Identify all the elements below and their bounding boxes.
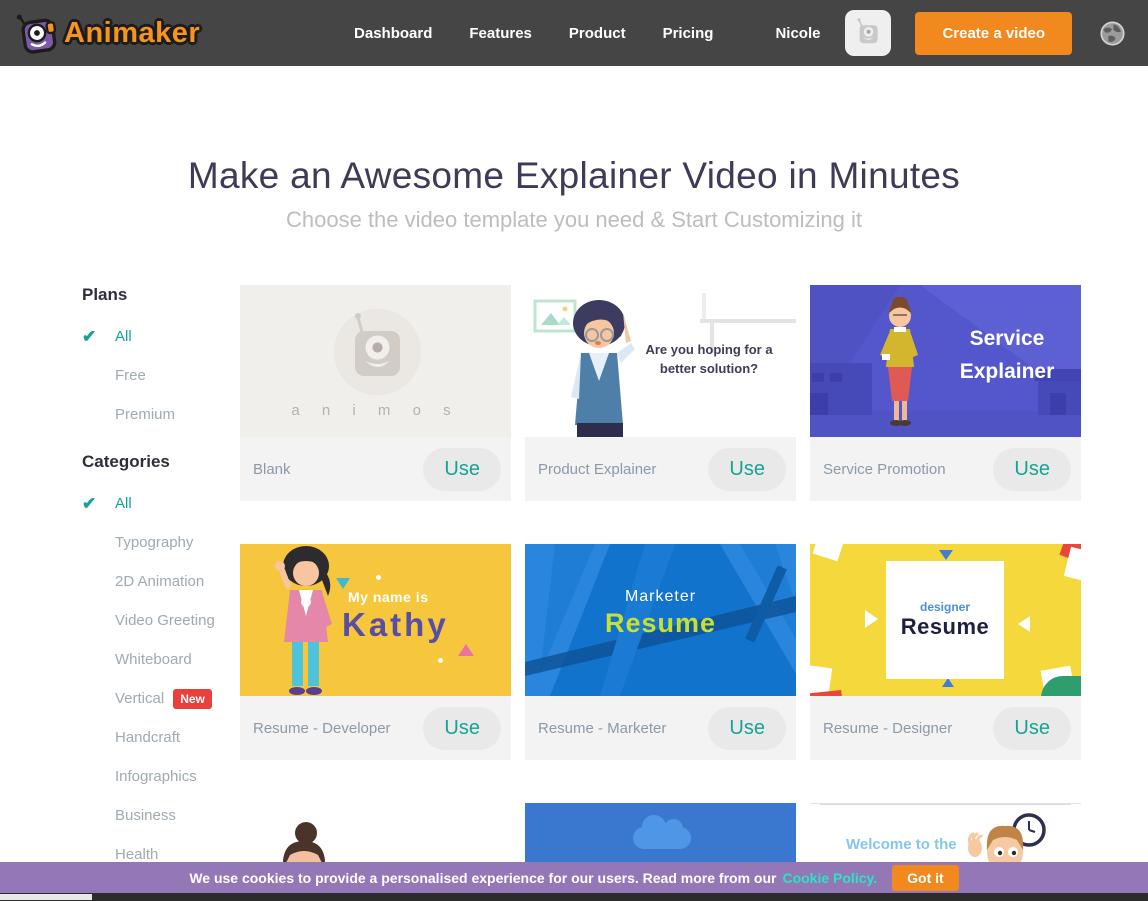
main-nav: Dashboard Features Product Pricing	[354, 25, 713, 42]
template-name: Blank	[253, 461, 291, 478]
nav-pricing[interactable]: Pricing	[663, 25, 714, 42]
language-globe-icon[interactable]	[1099, 20, 1126, 47]
plan-item-premium[interactable]: Premium	[82, 395, 240, 434]
cookie-policy-link[interactable]: Cookie Policy.	[782, 870, 877, 886]
white-dot-decoration	[376, 575, 381, 580]
hero-section: Make an Awesome Explainer Video in Minut…	[0, 155, 1148, 233]
presenter-woman-character	[862, 297, 938, 427]
pink-triangle-decoration	[458, 644, 474, 656]
use-button[interactable]: Use	[708, 707, 786, 750]
nav-dashboard[interactable]: Dashboard	[354, 25, 432, 42]
kathy-name-text: Kathy	[342, 606, 449, 644]
check-icon: ✔	[82, 327, 115, 347]
plan-item-free[interactable]: Free	[82, 356, 240, 395]
category-item-typography[interactable]: Typography	[82, 523, 240, 562]
create-video-button[interactable]: Create a video	[915, 12, 1072, 55]
card-footer: Resume - Designer Use	[810, 696, 1081, 760]
template-card-resume-marketer: Marketer Resume Resume - Marketer Use	[525, 544, 796, 760]
page-title: Make an Awesome Explainer Video in Minut…	[0, 155, 1148, 197]
template-thumbnail[interactable]: designer Resume	[810, 544, 1081, 696]
card-footer: Service Promotion Use	[810, 437, 1081, 501]
template-grid: a n i m o s Blank Use	[240, 285, 1081, 901]
top-navbar: Animaker Dashboard Features Product Pric…	[0, 0, 1148, 66]
use-button[interactable]: Use	[993, 707, 1071, 750]
white-square-decoration	[813, 544, 846, 561]
service-explainer-text: Service Explainer	[942, 323, 1072, 388]
user-avatar[interactable]	[845, 10, 891, 56]
plans-heading: Plans	[82, 285, 240, 305]
animos-watermark-robot-icon	[328, 304, 424, 400]
marketer-resume-text: Marketer Resume	[525, 588, 796, 639]
speech-text: Are you hoping for a better solution?	[634, 341, 784, 379]
use-button[interactable]: Use	[423, 707, 501, 750]
designer-resume-panel: designer Resume	[886, 561, 1004, 679]
template-thumbnail[interactable]: Are you hoping for a better solution?	[525, 285, 796, 437]
kathy-intro-text: My name is	[348, 589, 428, 605]
template-name: Resume - Developer	[253, 720, 391, 737]
kathy-woman-character	[258, 544, 348, 696]
check-icon: ✔	[82, 494, 115, 514]
blue-triangle-decoration	[939, 550, 953, 560]
bottom-scrollbar[interactable]	[0, 893, 1148, 901]
category-item-2d-animation[interactable]: 2D Animation	[82, 562, 240, 601]
template-card-resume-developer: My name is Kathy Resume - Developer Use	[240, 544, 511, 760]
cookie-banner: We use cookies to provide a personalised…	[0, 862, 1148, 893]
brand-name: Animaker	[64, 17, 200, 50]
white-dot-decoration	[438, 658, 443, 663]
nav-features[interactable]: Features	[469, 25, 532, 42]
new-badge: New	[173, 689, 212, 709]
card-footer: Resume - Marketer Use	[525, 696, 796, 760]
got-it-button[interactable]: Got it	[892, 865, 959, 891]
template-thumbnail[interactable]: My name is Kathy	[240, 544, 511, 696]
category-item-handcraft[interactable]: Handcraft	[82, 718, 240, 757]
plan-item-all[interactable]: ✔ All	[82, 317, 240, 356]
animaker-mascot-icon	[11, 7, 63, 59]
template-thumbnail[interactable]: Marketer Resume	[525, 544, 796, 696]
category-item-vertical[interactable]: Vertical New	[82, 679, 240, 718]
divider-line	[820, 804, 1071, 805]
card-footer: Blank Use	[240, 437, 511, 501]
avatar-robot-icon	[850, 15, 886, 51]
category-item-business[interactable]: Business	[82, 796, 240, 835]
category-item-infographics[interactable]: Infographics	[82, 757, 240, 796]
filter-sidebar: Plans ✔ All Free Premium Categories ✔	[82, 285, 240, 901]
category-item-video-greeting[interactable]: Video Greeting	[82, 601, 240, 640]
blue-triangle-decoration	[942, 678, 954, 687]
card-footer: Product Explainer Use	[525, 437, 796, 501]
use-button[interactable]: Use	[708, 448, 786, 491]
template-card-resume-designer: designer Resume Resume - Designer Use	[810, 544, 1081, 760]
template-name: Service Promotion	[823, 461, 946, 478]
white-triangle-decoration	[1018, 616, 1030, 632]
cloud-icon	[633, 827, 691, 849]
animaker-templates-page: Animaker Dashboard Features Product Pric…	[0, 0, 1148, 901]
category-item-whiteboard[interactable]: Whiteboard	[82, 640, 240, 679]
scrollbar-thumb[interactable]	[0, 894, 92, 900]
template-card-product-explainer: Are you hoping for a better solution? Pr…	[525, 285, 796, 501]
category-item-all[interactable]: ✔ All	[82, 484, 240, 523]
template-name: Resume - Designer	[823, 720, 952, 737]
use-button[interactable]: Use	[423, 448, 501, 491]
white-triangle-decoration	[865, 610, 878, 628]
content-area: Plans ✔ All Free Premium Categories ✔	[0, 285, 1148, 901]
categories-heading: Categories	[82, 452, 240, 472]
template-name: Product Explainer	[538, 461, 656, 478]
animaker-logo[interactable]: Animaker	[14, 10, 200, 56]
template-thumbnail[interactable]: a n i m o s	[240, 285, 511, 437]
template-name: Resume - Marketer	[538, 720, 666, 737]
user-name[interactable]: Nicole	[775, 25, 820, 42]
use-button[interactable]: Use	[993, 448, 1071, 491]
plans-list: ✔ All Free Premium	[82, 317, 240, 434]
nav-product[interactable]: Product	[569, 25, 626, 42]
template-card-service-promotion: Service Explainer Service Promotion Use	[810, 285, 1081, 501]
welcome-text: Welcome to the	[846, 836, 957, 853]
animos-watermark-text: a n i m o s	[291, 402, 459, 419]
page-subtitle: Choose the video template you need & Sta…	[0, 207, 1148, 233]
template-thumbnail[interactable]: Service Explainer	[810, 285, 1081, 437]
cookie-message: We use cookies to provide a personalised…	[189, 870, 776, 886]
template-card-blank: a n i m o s Blank Use	[240, 285, 511, 501]
categories-list: ✔ All Typography 2D Animation Video Gree…	[82, 484, 240, 874]
card-footer: Resume - Developer Use	[240, 696, 511, 760]
